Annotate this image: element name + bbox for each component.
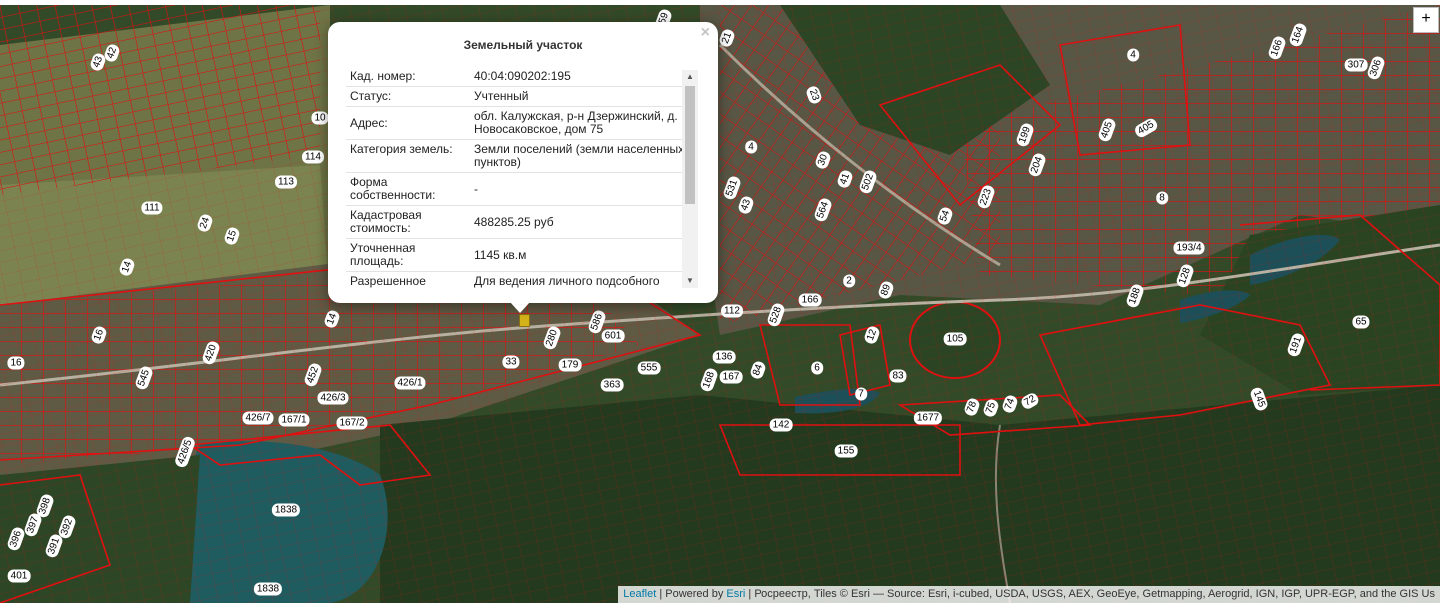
parcel-number-label[interactable]: 111 (141, 201, 163, 215)
attribution-powered: | Powered by (656, 588, 727, 600)
parcel-number-label[interactable]: 155 (834, 444, 858, 458)
parcel-number-label[interactable]: 4 (745, 140, 757, 154)
zoom-in-button[interactable]: + (1413, 7, 1439, 33)
satellite-imagery (0, 5, 1440, 603)
parcel-number-label[interactable]: 363 (600, 378, 624, 392)
info-value: Учтенный (474, 89, 529, 103)
popup-title: Земельный участок (463, 38, 583, 52)
parcel-number-label[interactable]: 105 (943, 332, 967, 346)
info-value: - (474, 182, 478, 196)
parcel-number-label[interactable]: 426/3 (317, 391, 349, 405)
scroll-up-icon[interactable]: ▲ (682, 70, 698, 84)
parcel-number-label[interactable]: 166 (798, 293, 822, 307)
info-label: Разрешенное (350, 274, 426, 288)
parcel-number-label[interactable]: 113 (275, 175, 297, 189)
popup-info-table: Кад. номер: 40:04:090202:195 Статус: Учт… (346, 67, 692, 290)
attribution-sources: | Росреестр, Tiles © Esri — Source: Esri… (745, 588, 1435, 600)
parcel-number-label[interactable]: 33 (502, 355, 520, 369)
parcel-number-label[interactable]: 307 (1344, 58, 1368, 72)
info-row-land-category: Категория земель: Земли поселений (земли… (346, 140, 692, 173)
parcel-number-label[interactable]: 16 (7, 356, 25, 370)
parcel-number-label[interactable]: 7 (855, 387, 867, 401)
info-value: 1145 кв.м (474, 248, 527, 262)
info-row-cadastral-number: Кад. номер: 40:04:090202:195 (346, 67, 692, 87)
info-value: Для ведения личного подсобного (474, 274, 660, 288)
parcel-number-label[interactable]: 6 (811, 361, 823, 375)
parcel-number-label[interactable]: 193/4 (1173, 241, 1205, 255)
parcel-number-label[interactable]: 167 (719, 370, 743, 384)
parcel-number-label[interactable]: 142 (769, 418, 793, 432)
parcel-number-label[interactable]: 136 (712, 350, 736, 364)
info-row-address: Адрес: обл. Калужская, р-н Дзержинский, … (346, 107, 692, 140)
parcel-number-label[interactable]: 65 (1352, 315, 1370, 329)
parcel-number-label[interactable]: 179 (558, 358, 582, 372)
parcel-number-label[interactable]: 167/2 (336, 416, 368, 430)
parcel-number-label[interactable]: 426/1 (394, 376, 426, 390)
parcel-number-label[interactable]: 112 (721, 304, 743, 318)
parcel-number-label[interactable]: 1677 (913, 411, 943, 425)
parcel-popup: × Земельный участок Кад. номер: 40:04:09… (328, 22, 718, 303)
map-view[interactable]: 42 43 114 113 111 24 15 14 16 16 14 420 545 452 426/1 4… (0, 5, 1440, 603)
parcel-number-label[interactable]: 401 (7, 569, 31, 583)
info-label: Адрес: (350, 116, 388, 130)
parcel-number-label[interactable]: 4 (1127, 48, 1139, 62)
info-row-status: Статус: Учтенный (346, 87, 692, 107)
info-row-ownership: Форма собственности: - (346, 173, 692, 206)
esri-link[interactable]: Esri (726, 588, 745, 600)
info-label: Кадастровая стоимость: (350, 208, 422, 235)
info-value: обл. Калужская, р-н Дзержинский, д. Ново… (474, 109, 678, 136)
parcel-number-label[interactable]: 1838 (253, 582, 283, 596)
parcel-number-label[interactable]: 10 (311, 111, 329, 125)
info-label: Категория земель: (350, 142, 453, 156)
info-row-permitted-use: Разрешенное Для ведения личного подсобно… (346, 272, 692, 290)
info-label: Уточненная площадь: (350, 241, 416, 268)
parcel-number-label[interactable]: 426/7 (242, 411, 274, 425)
info-value: 40:04:090202:195 (474, 69, 571, 83)
scroll-down-icon[interactable]: ▼ (682, 274, 698, 288)
parcel-number-label[interactable]: 167/1 (278, 413, 310, 427)
info-label: Статус: (350, 89, 392, 103)
info-label: Форма собственности: (350, 175, 436, 202)
popup-scrollbar[interactable]: ▲ ▼ (682, 70, 698, 288)
parcel-number-label[interactable]: 555 (637, 361, 661, 375)
info-label: Кад. номер: (350, 69, 416, 83)
map-attribution: Leaflet | Powered by Esri | Росреестр, T… (618, 586, 1440, 603)
leaflet-link[interactable]: Leaflet (623, 588, 656, 600)
parcel-number-label[interactable]: 114 (302, 150, 324, 164)
info-value: 488285.25 руб (474, 215, 554, 229)
parcel-number-label[interactable]: 1838 (271, 503, 301, 517)
info-row-area: Уточненная площадь: 1145 кв.м (346, 239, 692, 272)
scrollbar-thumb[interactable] (685, 86, 695, 204)
selected-parcel-marker[interactable] (519, 314, 530, 327)
info-row-cadastral-value: Кадастровая стоимость: 488285.25 руб (346, 206, 692, 239)
popup-tip (510, 302, 530, 313)
parcel-number-label[interactable]: 83 (889, 369, 907, 383)
info-value: Земли поселений (земли населенных пункто… (474, 142, 685, 169)
parcel-number-label[interactable]: 8 (1156, 191, 1168, 205)
parcel-number-label[interactable]: 2 (843, 274, 855, 288)
parcel-number-label[interactable]: 601 (601, 329, 625, 343)
